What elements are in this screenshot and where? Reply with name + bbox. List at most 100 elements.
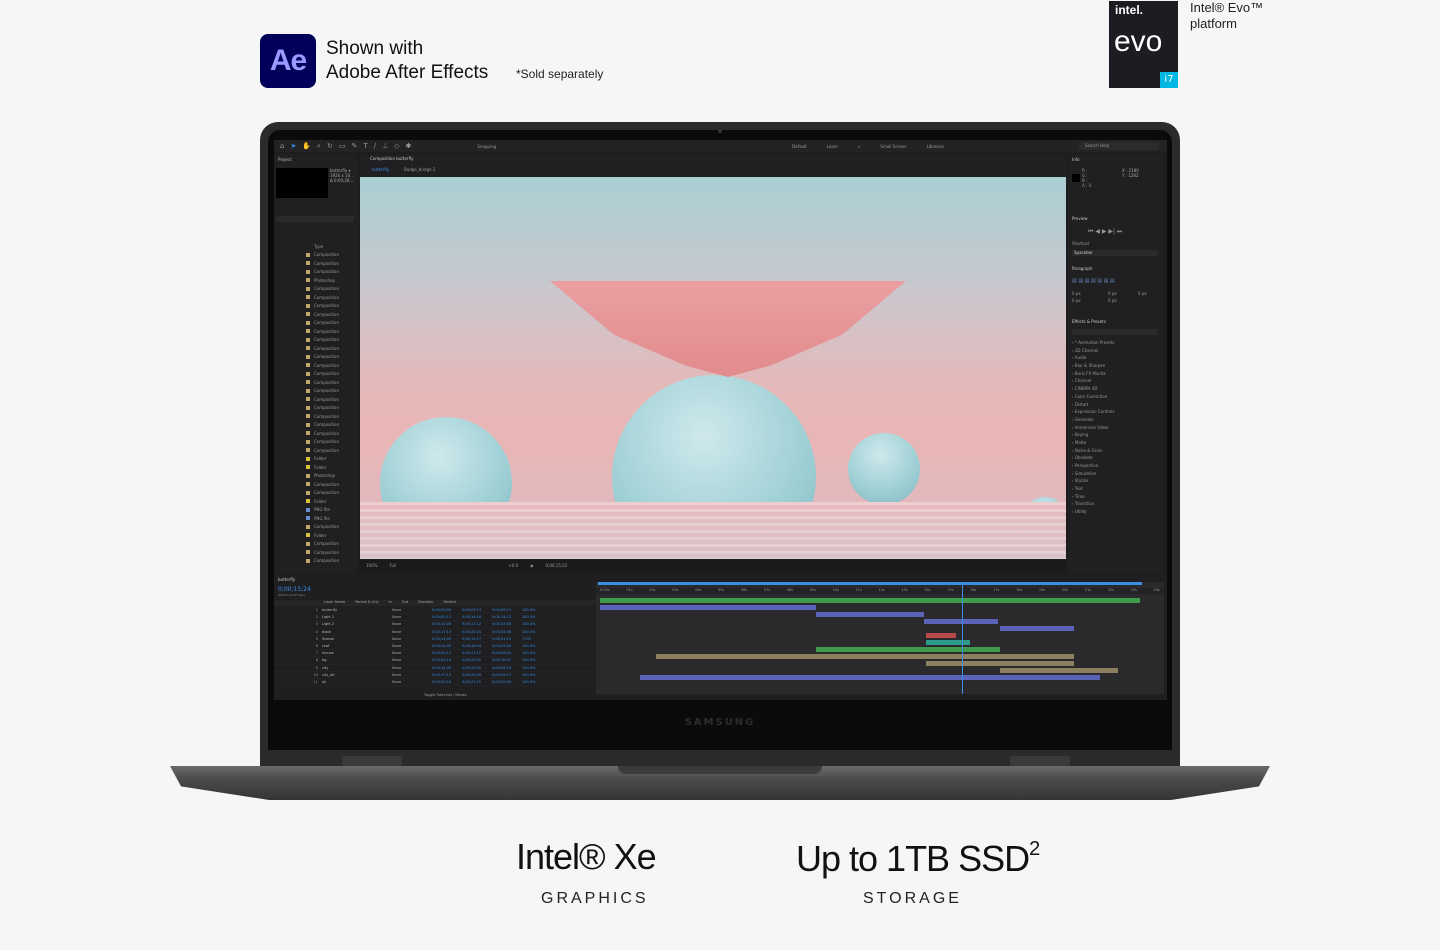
layer-bar-7[interactable]	[816, 647, 1000, 652]
project-list-item[interactable]: Composition	[274, 378, 358, 387]
camera-icon[interactable]: ◉	[530, 563, 534, 568]
zoom-tool-icon[interactable]: ⌕	[317, 142, 321, 151]
project-list-item[interactable]: Composition	[274, 336, 358, 345]
layer-bar-green[interactable]	[600, 598, 1140, 603]
layer-mode[interactable]: None	[392, 680, 432, 684]
project-list-item[interactable]: Composition	[274, 293, 358, 302]
layer-mode[interactable]: None	[392, 651, 432, 655]
layer-bar-5[interactable]	[926, 633, 956, 638]
effects-category[interactable]: › Obsolete	[1072, 455, 1114, 463]
exposure-value[interactable]: +0.0	[508, 563, 518, 568]
layer-bar-3[interactable]	[924, 619, 998, 624]
timeline-layer[interactable]: 8 bg None 0;00;02;14 0;00;20;20 0;00;18;07 100…	[274, 657, 596, 665]
project-list-item[interactable]: Folder	[274, 455, 358, 464]
toggle-switches-modes[interactable]: Toggle Switches / Modes	[424, 693, 467, 697]
timeline-layer[interactable]: 2 Light 1 None 0;00;00;12 0;00;14;04 0;00;14;…	[274, 614, 596, 622]
playhead[interactable]	[962, 582, 963, 694]
project-list-item[interactable]: Folder	[274, 497, 358, 506]
layer-bar-10[interactable]	[1000, 668, 1118, 673]
hand-tool-icon[interactable]: ✋	[302, 142, 311, 150]
project-panel-title[interactable]: Project	[274, 154, 358, 165]
timeline-layer[interactable]: 10 city_alt None 0;00;17;13 0;00;26;29 0;00;0…	[274, 672, 596, 679]
viewer-time[interactable]: 0;00;15;22	[546, 563, 568, 568]
timeline-layer[interactable]: 4 black None 0;00;17;13 0;00;20;20 0;00;03;08…	[274, 629, 596, 636]
pen-tool-icon[interactable]: ✎	[351, 142, 357, 150]
timeline-column-header[interactable]: Out	[402, 600, 408, 606]
project-list-item[interactable]: PNG file	[274, 506, 358, 515]
project-list-item[interactable]: Folder	[274, 463, 358, 472]
timeline-layer[interactable]: 3 Light 2 None 0;00;14;05 0;00;17;12 0;00;03;…	[274, 621, 596, 629]
layer-name[interactable]: all	[322, 680, 392, 684]
workspace-learn[interactable]: Learn	[827, 144, 838, 149]
layer-name[interactable]: butterfly	[322, 608, 392, 612]
layer-mode[interactable]: None	[392, 608, 432, 612]
project-list-item[interactable]: Composition	[274, 353, 358, 362]
layer-mode[interactable]: None	[392, 630, 432, 634]
layer-name[interactable]: Leaf	[322, 644, 392, 648]
effects-category[interactable]: › 3D Channel	[1072, 348, 1114, 356]
project-list-item[interactable]: Composition	[274, 438, 358, 447]
workspace-more[interactable]: »	[858, 144, 860, 149]
timeline-tab[interactable]: butterfly	[278, 577, 295, 582]
layer-name[interactable]: black	[322, 630, 392, 634]
project-list-item[interactable]: Composition	[274, 302, 358, 311]
effects-category[interactable]: › Matte	[1072, 440, 1114, 448]
layer-mode[interactable]: None	[392, 637, 432, 641]
project-list-item[interactable]: Composition	[274, 395, 358, 404]
project-list-item[interactable]: Composition	[274, 370, 358, 379]
project-list-item[interactable]: Composition	[274, 446, 358, 455]
timeline-column-header[interactable]: Duration	[418, 600, 433, 606]
preview-panel-title[interactable]: Preview	[1072, 216, 1088, 221]
effects-category[interactable]: › Expression Controls	[1072, 409, 1114, 417]
zoom-select[interactable]: 100%	[366, 563, 377, 568]
timeline-layer[interactable]: 1 butterfly None 0;00;00;00 0;00;09;13 0;00;0…	[274, 607, 596, 615]
effects-category[interactable]: › Stylize	[1072, 478, 1114, 486]
effects-category[interactable]: › Perspective	[1072, 463, 1114, 471]
snapping-toggle[interactable]: Snapping	[477, 144, 496, 149]
project-list-item[interactable]: PNG file	[274, 514, 358, 523]
info-panel-title[interactable]: Info	[1072, 157, 1080, 162]
effects-category[interactable]: › Noise & Grain	[1072, 448, 1114, 456]
layer-name[interactable]: Sizesel	[322, 637, 392, 641]
project-search-input[interactable]	[276, 216, 354, 222]
layer-mode[interactable]: None	[392, 666, 432, 670]
type-tool-icon[interactable]: T	[363, 142, 367, 150]
workspace-default[interactable]: Default	[792, 144, 807, 149]
project-list-item[interactable]: Composition	[274, 404, 358, 413]
timeline-column-header[interactable]: Layer Name	[324, 600, 345, 606]
playback-controls[interactable]: ⏮ ◀ ▶ ▶| ⏭	[1088, 228, 1122, 236]
project-list-item[interactable]: Composition	[274, 421, 358, 430]
effects-presets-title[interactable]: Effects & Presets	[1072, 319, 1106, 324]
timeline-layer[interactable]: 9 city None 0;00;14;05 0;00;20;20 0;00;06;16 1…	[274, 665, 596, 672]
workspace-small-screen[interactable]: Small Screen	[880, 144, 906, 149]
current-time-display[interactable]: 0;00;15;24	[278, 586, 311, 593]
project-list-item[interactable]: Composition	[274, 489, 358, 498]
timeline-layer[interactable]: 7 mouse None 0;00;09;12 0;00;17;12 0;00;08;01…	[274, 650, 596, 658]
effects-category[interactable]: › Keying	[1072, 432, 1114, 440]
comp-tab-badge-bridge[interactable]: Badge_bridge 2	[404, 167, 435, 172]
effects-category[interactable]: › Generate	[1072, 417, 1114, 425]
puppet-tool-icon[interactable]: ✱	[405, 142, 411, 150]
effects-category[interactable]: › Audio	[1072, 355, 1114, 363]
layer-mode[interactable]: None	[392, 615, 432, 619]
project-list-item[interactable]: Composition	[274, 251, 358, 260]
project-list-item[interactable]: Composition	[274, 344, 358, 353]
stamp-tool-icon[interactable]: ⊥	[382, 142, 388, 150]
time-ruler[interactable]: 0:00s 01s 02s 03s 04s 05s 06s 07s 08s 09s 10s 11s 12…	[596, 588, 1164, 594]
timeline-layer[interactable]: 6 Leaf None 0;00;14;05 0;00;18;04 0;00;02;00 1…	[274, 643, 596, 651]
project-list-item[interactable]: Composition	[274, 548, 358, 557]
layer-bar-6[interactable]	[926, 640, 970, 645]
composition-viewer[interactable]	[360, 177, 1066, 559]
layer-mode[interactable]: None	[392, 658, 432, 662]
effects-category[interactable]: › Transition	[1072, 501, 1114, 509]
paragraph-align-icons[interactable]: ▤ ▤ ▤ ▤ ▤ ▤ ▤	[1072, 278, 1115, 284]
project-list-item[interactable]: Composition	[274, 259, 358, 268]
effects-category[interactable]: › CINEMA 4D	[1072, 386, 1114, 394]
layer-name[interactable]: city	[322, 666, 392, 670]
timeline-column-header[interactable]: Stretch	[443, 600, 456, 606]
project-list-item[interactable]: Composition	[274, 387, 358, 396]
layer-mode[interactable]: None	[392, 673, 432, 677]
paragraph-panel-title[interactable]: Paragraph	[1072, 266, 1093, 271]
selection-tool-icon[interactable]: ➤	[290, 142, 296, 150]
project-list-item[interactable]: Type	[274, 242, 358, 251]
